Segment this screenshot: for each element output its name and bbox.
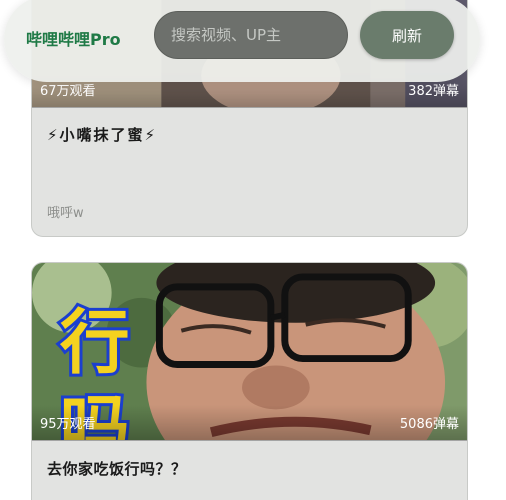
- video-title[interactable]: 去你家吃饭行吗？？: [47, 458, 187, 479]
- danmaku-count: 382弹幕: [408, 84, 459, 99]
- app-logo[interactable]: 哔哩哔哩Pro: [26, 26, 121, 50]
- search-input[interactable]: [154, 11, 348, 59]
- video-title[interactable]: ⚡小嘴抹了蜜⚡: [47, 124, 157, 145]
- video-thumbnail[interactable]: 行吗 95万观看 5086弹幕: [32, 263, 467, 441]
- video-stats-overlay: 95万观看 5086弹幕: [32, 405, 467, 441]
- refresh-button[interactable]: 刷新: [360, 11, 454, 59]
- view-count: 95万观看: [40, 417, 96, 432]
- video-card[interactable]: 行吗 95万观看 5086弹幕 去你家吃饭行吗？？: [31, 262, 468, 500]
- view-count: 67万观看: [40, 84, 96, 99]
- top-bar: 哔哩哔哩Pro 刷新: [4, 0, 480, 82]
- danmaku-count: 5086弹幕: [399, 417, 459, 432]
- video-author[interactable]: 哦呼w: [47, 202, 84, 221]
